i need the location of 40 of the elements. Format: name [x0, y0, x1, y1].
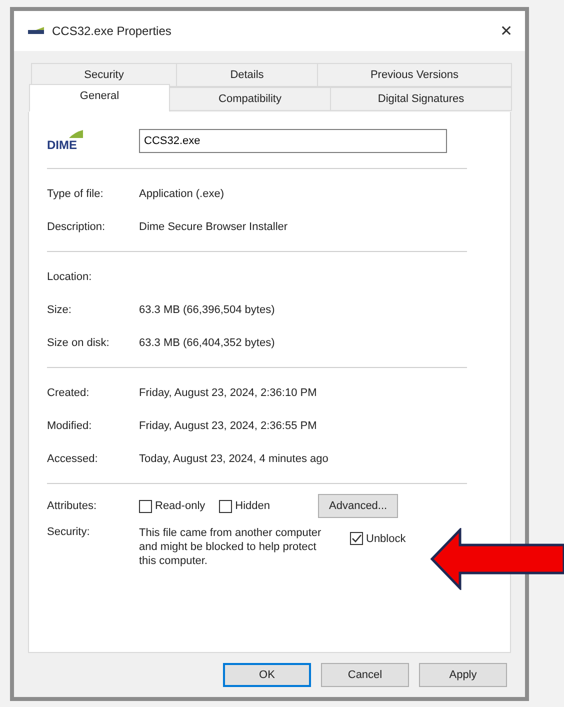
property-value: Application (.exe): [139, 188, 224, 200]
property-label: Location:: [47, 270, 93, 282]
property-label: Accessed:: [47, 452, 99, 464]
property-label: Size on disk:: [47, 336, 110, 348]
property-label: Type of file:: [47, 188, 104, 200]
file-name-field[interactable]: CCS32.exe: [139, 129, 447, 153]
checkbox-box[interactable]: [350, 532, 363, 545]
app-icon: [28, 27, 44, 35]
window-title: CCS32.exe Properties: [52, 24, 172, 38]
tab[interactable]: Previous Versions: [317, 63, 512, 87]
property-label: Size:: [47, 304, 72, 316]
tab[interactable]: General: [29, 84, 170, 112]
property-value: Friday, August 23, 2024, 2:36:55 PM: [139, 420, 317, 432]
property-label: Modified:: [47, 420, 93, 432]
property-value: 63.3 MB (66,396,504 bytes): [139, 304, 275, 316]
tab[interactable]: Details: [176, 63, 318, 87]
checkbox[interactable]: Hidden: [219, 500, 270, 512]
checkbox-label: Unblock: [366, 532, 406, 544]
security-message: This file came from another computer and might be blocked to help protect this computer.: [139, 526, 322, 568]
checkbox-box[interactable]: [219, 500, 232, 512]
property-label: Security:: [47, 526, 91, 538]
property-label: Created:: [47, 386, 90, 398]
dialog-button[interactable]: Apply: [419, 663, 507, 687]
dialog-button[interactable]: OK: [223, 663, 311, 687]
property-label: Description:: [47, 220, 106, 232]
advanced-button[interactable]: Advanced...: [318, 494, 398, 518]
checkbox[interactable]: Read-only: [139, 500, 206, 512]
property-value: Friday, August 23, 2024, 2:36:10 PM: [139, 386, 317, 398]
tab[interactable]: Digital Signatures: [330, 87, 512, 111]
dialog-button[interactable]: Cancel: [321, 663, 409, 687]
checkbox-box[interactable]: [139, 500, 152, 512]
checkbox-label: Hidden: [235, 500, 270, 512]
close-button[interactable]: ✕: [500, 22, 513, 40]
checkbox-label: Read-only: [155, 500, 206, 512]
property-value: Dime Secure Browser Installer: [139, 220, 288, 232]
app-logo: DIME: [47, 130, 102, 152]
property-label: Attributes:: [47, 500, 98, 512]
property-value: Today, August 23, 2024, 4 minutes ago: [139, 452, 328, 464]
tab[interactable]: Compatibility: [169, 87, 331, 111]
property-value: 63.3 MB (66,404,352 bytes): [139, 336, 275, 348]
